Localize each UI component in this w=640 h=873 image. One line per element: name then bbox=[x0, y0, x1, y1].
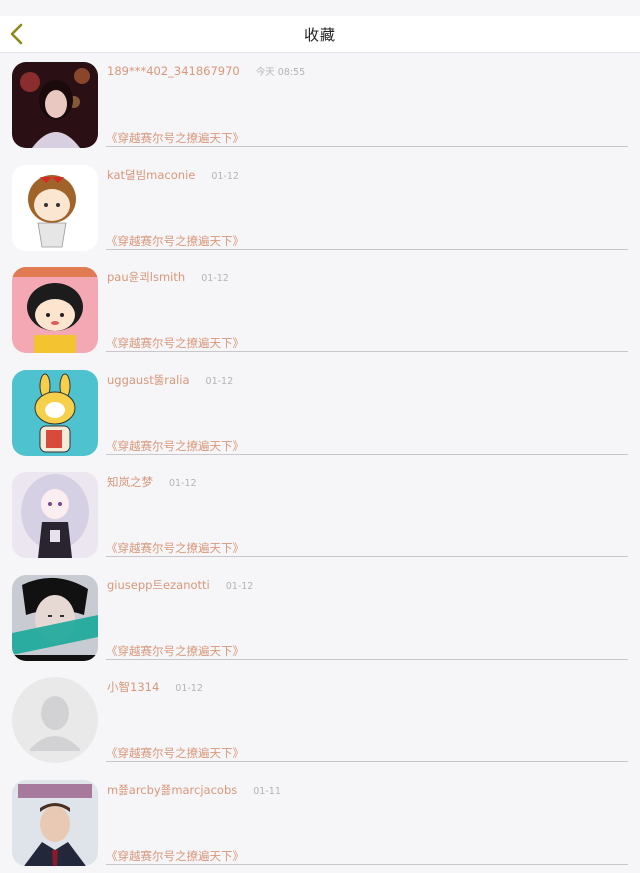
divider bbox=[106, 249, 628, 250]
page-title: 收藏 bbox=[0, 24, 640, 45]
book-title-link[interactable]: 《穿越赛尔号之撩遍天下》 bbox=[106, 745, 244, 761]
nav-bar: 收藏 bbox=[0, 16, 640, 53]
list-item[interactable]: m쬻arcby쬻marcjacobs 01-11 《穿越赛尔号之撩遍天下》 bbox=[0, 771, 640, 873]
username: kat뎔빔maconie bbox=[107, 168, 195, 182]
username: 知岚之梦 bbox=[107, 475, 153, 489]
username: 小智1314 bbox=[107, 680, 159, 694]
divider bbox=[106, 761, 628, 762]
avatar[interactable] bbox=[12, 62, 98, 148]
timestamp: 01-11 bbox=[253, 786, 281, 797]
timestamp: 01-12 bbox=[206, 376, 234, 387]
username: giusepp트ezanotti bbox=[107, 578, 210, 592]
book-title-link[interactable]: 《穿越赛尔号之撩遍天下》 bbox=[106, 130, 244, 146]
avatar[interactable] bbox=[12, 370, 98, 456]
username: pau윤쾨lsmith bbox=[107, 270, 185, 284]
book-title-link[interactable]: 《穿越赛尔号之撩遍天下》 bbox=[106, 438, 244, 454]
divider bbox=[106, 556, 628, 557]
list-item[interactable]: 189***402_341867970 今天 08:55 《穿越赛尔号之撩遍天下》 bbox=[0, 53, 640, 156]
timestamp: 01-12 bbox=[211, 171, 239, 182]
book-title-link[interactable]: 《穿越赛尔号之撩遍天下》 bbox=[106, 540, 244, 556]
username: 189***402_341867970 bbox=[107, 64, 240, 78]
book-title-link[interactable]: 《穿越赛尔号之撩遍天下》 bbox=[106, 643, 244, 659]
favorites-list: 189***402_341867970 今天 08:55 《穿越赛尔号之撩遍天下》… bbox=[0, 53, 640, 873]
list-item[interactable]: kat뎔빔maconie 01-12 《穿越赛尔号之撩遍天下》 bbox=[0, 156, 640, 259]
divider bbox=[106, 146, 628, 147]
list-item[interactable]: pau윤쾨lsmith 01-12 《穿越赛尔号之撩遍天下》 bbox=[0, 258, 640, 361]
timestamp: 01-12 bbox=[175, 683, 203, 694]
divider bbox=[106, 454, 628, 455]
list-item[interactable]: 小智1314 01-12 《穿越赛尔号之撩遍天下》 bbox=[0, 668, 640, 771]
list-item[interactable]: 知岚之梦 01-12 《穿越赛尔号之撩遍天下》 bbox=[0, 463, 640, 566]
avatar[interactable] bbox=[12, 267, 98, 353]
divider bbox=[106, 351, 628, 352]
timestamp: 今天 08:55 bbox=[256, 67, 305, 78]
avatar[interactable] bbox=[12, 165, 98, 251]
list-item[interactable]: giusepp트ezanotti 01-12 《穿越赛尔号之撩遍天下》 bbox=[0, 566, 640, 669]
divider bbox=[106, 659, 628, 660]
book-title-link[interactable]: 《穿越赛尔号之撩遍天下》 bbox=[106, 848, 244, 864]
timestamp: 01-12 bbox=[169, 478, 197, 489]
avatar[interactable] bbox=[12, 472, 98, 558]
timestamp: 01-12 bbox=[226, 581, 254, 592]
list-item[interactable]: uggaust뚫ralia 01-12 《穿越赛尔号之撩遍天下》 bbox=[0, 361, 640, 464]
book-title-link[interactable]: 《穿越赛尔号之撩遍天下》 bbox=[106, 233, 244, 249]
book-title-link[interactable]: 《穿越赛尔号之撩遍天下》 bbox=[106, 335, 244, 351]
username: m쬻arcby쬻marcjacobs bbox=[107, 783, 237, 797]
timestamp: 01-12 bbox=[201, 273, 229, 284]
status-bar bbox=[0, 0, 640, 16]
divider bbox=[106, 864, 628, 865]
username: uggaust뚫ralia bbox=[107, 373, 190, 387]
avatar[interactable] bbox=[12, 575, 98, 661]
avatar[interactable] bbox=[12, 677, 98, 763]
